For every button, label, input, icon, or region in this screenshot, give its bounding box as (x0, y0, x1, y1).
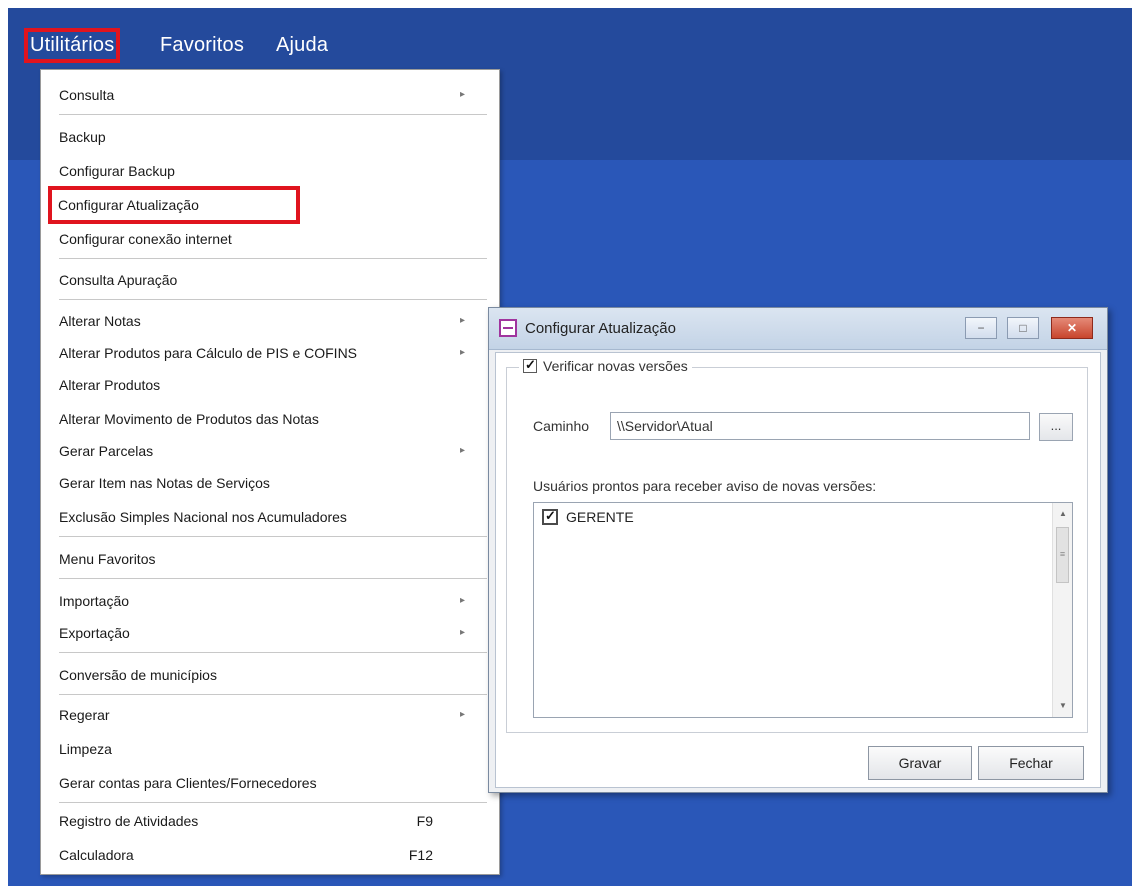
submenu-arrow-icon: ▸ (459, 627, 465, 638)
menu-item-regerar[interactable]: Regerar ▸ (51, 698, 491, 732)
verificar-novas-versoes-group: Verificar novas versões Caminho \\Servid… (506, 357, 1088, 733)
submenu-arrow-icon: ▸ (459, 445, 465, 456)
menu-item-label: Alterar Movimento de Produtos das Notas (59, 411, 319, 427)
menu-item-label: Limpeza (59, 741, 112, 757)
verificar-novas-versoes-checkbox[interactable] (523, 357, 537, 373)
menu-item-label: Gerar Item nas Notas de Serviços (59, 475, 270, 491)
menu-item-label: Configurar conexão internet (59, 231, 232, 247)
caminho-label: Caminho (533, 418, 590, 434)
menu-item-alterar-produtos[interactable]: Alterar Produtos (51, 368, 491, 402)
submenu-arrow-icon: ▸ (459, 347, 465, 358)
menu-item-label: Registro de Atividades (59, 813, 199, 829)
menu-item-alterar-movimento-produtos[interactable]: Alterar Movimento de Produtos das Notas (51, 402, 491, 436)
menu-item-label: Exclusão Simples Nacional nos Acumulador… (59, 509, 347, 525)
menu-item-label: Backup (59, 129, 106, 145)
app-window-icon (499, 319, 517, 337)
menu-separator (59, 299, 487, 300)
menu-item-label: Consulta (59, 87, 115, 103)
menu-separator (59, 536, 487, 537)
menu-item-gerar-item-notas-servicos[interactable]: Gerar Item nas Notas de Serviços (51, 466, 491, 500)
user-name: GERENTE (566, 509, 634, 525)
menu-item-alterar-notas[interactable]: Alterar Notas ▸ (51, 304, 491, 338)
menu-item-configurar-atualizacao[interactable]: Configurar Atualização (48, 186, 300, 224)
close-window-button[interactable]: ✕ (1051, 317, 1093, 339)
menu-item-label: Consulta Apuração (59, 272, 178, 288)
scrollbar-thumb[interactable]: ≡ (1056, 527, 1069, 583)
menu-item-label: Alterar Produtos para Cálculo de PIS e C… (59, 345, 358, 361)
menu-item-configurar-backup[interactable]: Configurar Backup (51, 154, 491, 188)
menubar-utilitarios[interactable]: Utilitários (23, 28, 121, 63)
menu-item-label: Exportação (59, 625, 130, 641)
vertical-scrollbar[interactable]: ▲ ≡ ▼ (1052, 503, 1072, 717)
minimize-button[interactable]: − (965, 317, 997, 339)
shortcut-label: F9 (416, 813, 433, 829)
menu-item-label: Importação (59, 593, 130, 609)
menu-item-label: Alterar Notas (59, 313, 141, 329)
group-legend[interactable]: Verificar novas versões (519, 357, 692, 374)
utilitarios-dropdown-menu: Consulta ▸ Backup Configurar Backup Conf… (40, 69, 500, 875)
menu-item-label: Menu Favoritos (59, 551, 156, 567)
menu-item-registro-atividades[interactable]: Registro de Atividades F9 (51, 804, 491, 838)
menu-item-importacao[interactable]: Importação ▸ (51, 584, 491, 618)
menu-item-limpeza[interactable]: Limpeza (51, 732, 491, 766)
menu-item-label: Configurar Atualização (58, 197, 199, 213)
submenu-arrow-icon: ▸ (459, 595, 465, 606)
menubar-ajuda[interactable]: Ajuda (276, 34, 328, 57)
menu-separator (59, 652, 487, 653)
dialog-titlebar[interactable]: Configurar Atualização − □ ✕ (489, 308, 1107, 350)
menu-item-alterar-produtos-pis-cofins[interactable]: Alterar Produtos para Cálculo de PIS e C… (51, 336, 491, 370)
menu-item-label: Alterar Produtos (59, 377, 161, 393)
caminho-input[interactable]: \\Servidor\Atual (610, 412, 1030, 440)
menu-item-menu-favoritos[interactable]: Menu Favoritos (51, 542, 491, 576)
menu-item-gerar-parcelas[interactable]: Gerar Parcelas ▸ (51, 434, 491, 468)
fechar-button[interactable]: Fechar (978, 746, 1084, 780)
menu-item-label: Gerar Parcelas (59, 443, 154, 459)
scroll-up-arrow-icon[interactable]: ▲ (1053, 505, 1073, 523)
menu-item-consulta[interactable]: Consulta ▸ (51, 78, 491, 112)
menu-item-gerar-contas[interactable]: Gerar contas para Clientes/Fornecedores (51, 766, 491, 800)
browse-button[interactable]: ... (1039, 413, 1073, 441)
configurar-atualizacao-dialog: Configurar Atualização − □ ✕ Verificar n… (488, 307, 1108, 793)
menu-item-label: Gerar contas para Clientes/Fornecedores (59, 775, 317, 791)
menu-item-label: Calculadora (59, 847, 134, 863)
menu-item-backup[interactable]: Backup (51, 120, 491, 154)
submenu-arrow-icon: ▸ (459, 709, 465, 720)
group-legend-label: Verificar novas versões (543, 358, 688, 374)
users-list-label: Usuários prontos para receber aviso de n… (533, 478, 877, 494)
menu-item-configurar-conexao-internet[interactable]: Configurar conexão internet (51, 222, 491, 256)
list-item[interactable]: GERENTE (542, 508, 634, 525)
dialog-body: Verificar novas versões Caminho \\Servid… (495, 352, 1101, 788)
menu-item-consulta-apuracao[interactable]: Consulta Apuração (51, 263, 491, 297)
desktop-background: Utilitários Favoritos Ajuda Consulta ▸ B… (8, 8, 1132, 886)
submenu-arrow-icon: ▸ (459, 89, 465, 100)
user-checkbox[interactable] (542, 508, 558, 525)
menu-item-exclusao-simples-nacional[interactable]: Exclusão Simples Nacional nos Acumulador… (51, 500, 491, 534)
dialog-title: Configurar Atualização (525, 320, 676, 337)
shortcut-label: F12 (408, 847, 433, 863)
menu-separator (59, 258, 487, 259)
scroll-down-arrow-icon[interactable]: ▼ (1053, 697, 1073, 715)
users-listbox[interactable]: GERENTE ▲ ≡ ▼ (533, 502, 1073, 718)
menu-separator (59, 694, 487, 695)
menubar-favoritos[interactable]: Favoritos (160, 34, 244, 57)
menu-separator (59, 802, 487, 803)
submenu-arrow-icon: ▸ (459, 315, 465, 326)
menu-item-label: Regerar (59, 707, 110, 723)
menu-item-label: Conversão de municípios (59, 667, 217, 683)
menu-item-exportacao[interactable]: Exportação ▸ (51, 616, 491, 650)
menu-bar: Utilitários Favoritos Ajuda (8, 8, 408, 68)
menu-separator (59, 114, 487, 115)
menu-separator (59, 578, 487, 579)
menu-item-calculadora[interactable]: Calculadora F12 (51, 838, 491, 872)
menu-item-label: Configurar Backup (59, 163, 175, 179)
gravar-button[interactable]: Gravar (868, 746, 972, 780)
maximize-button[interactable]: □ (1007, 317, 1039, 339)
menu-item-conversao-municipios[interactable]: Conversão de municípios (51, 658, 491, 692)
